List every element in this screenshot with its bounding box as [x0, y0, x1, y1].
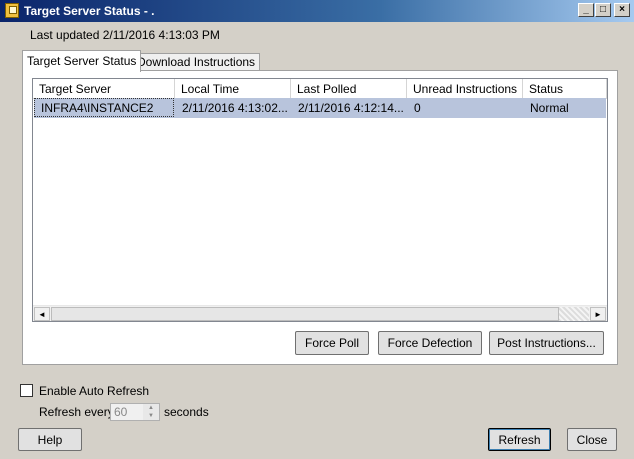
close-window-button[interactable]: ×: [614, 3, 630, 17]
cell-local-time: 2/11/2016 4:13:02...: [182, 101, 288, 115]
title-bar[interactable]: Target Server Status - . _ □ ×: [0, 0, 634, 22]
column-header-status[interactable]: Status: [523, 79, 607, 99]
refresh-interval-value: 60: [114, 405, 128, 419]
target-server-list[interactable]: Target Server Local Time Last Polled Unr…: [32, 78, 608, 322]
minimize-button[interactable]: _: [578, 3, 594, 17]
column-header-local-time[interactable]: Local Time: [175, 79, 291, 99]
spin-down-icon[interactable]: ▼: [143, 412, 159, 420]
horizontal-scrollbar[interactable]: ◄ ►: [33, 305, 607, 321]
auto-refresh-label: Enable Auto Refresh: [39, 384, 150, 398]
post-instructions-button[interactable]: Post Instructions...: [489, 331, 604, 355]
seconds-label: seconds: [164, 405, 209, 419]
spin-up-icon[interactable]: ▲: [143, 404, 159, 412]
cell-target-server: INFRA4\INSTANCE2: [41, 101, 154, 115]
scroll-thumb[interactable]: [51, 307, 559, 321]
cell-status: Normal: [530, 101, 569, 115]
cell-unread-instructions: 0: [414, 101, 421, 115]
last-updated-label: Last updated 2/11/2016 4:13:03 PM: [30, 28, 220, 42]
scroll-left-icon[interactable]: ◄: [34, 307, 50, 321]
table-row[interactable]: INFRA4\INSTANCE2 2/11/2016 4:13:02... 2/…: [34, 98, 606, 118]
column-header-unread-instructions[interactable]: Unread Instructions: [407, 79, 523, 99]
help-button[interactable]: Help: [18, 428, 82, 451]
maximize-button[interactable]: □: [595, 3, 611, 17]
force-defection-button[interactable]: Force Defection: [378, 331, 482, 355]
tab-download-instructions[interactable]: Download Instructions: [132, 53, 261, 71]
cell-last-polled: 2/11/2016 4:12:14...: [298, 101, 404, 115]
column-header-last-polled[interactable]: Last Polled: [291, 79, 407, 99]
force-poll-button[interactable]: Force Poll: [295, 331, 369, 355]
scroll-right-icon[interactable]: ►: [590, 307, 606, 321]
tab-target-server-status[interactable]: Target Server Status: [22, 50, 142, 72]
scroll-track[interactable]: [559, 307, 589, 321]
window-title: Target Server Status - .: [24, 4, 155, 18]
close-button[interactable]: Close: [567, 428, 617, 451]
refresh-button[interactable]: Refresh: [488, 428, 551, 451]
column-header-target-server[interactable]: Target Server: [33, 79, 175, 99]
auto-refresh-checkbox[interactable]: [20, 384, 33, 397]
refresh-every-label: Refresh every: [39, 405, 114, 419]
app-icon: [5, 3, 19, 18]
